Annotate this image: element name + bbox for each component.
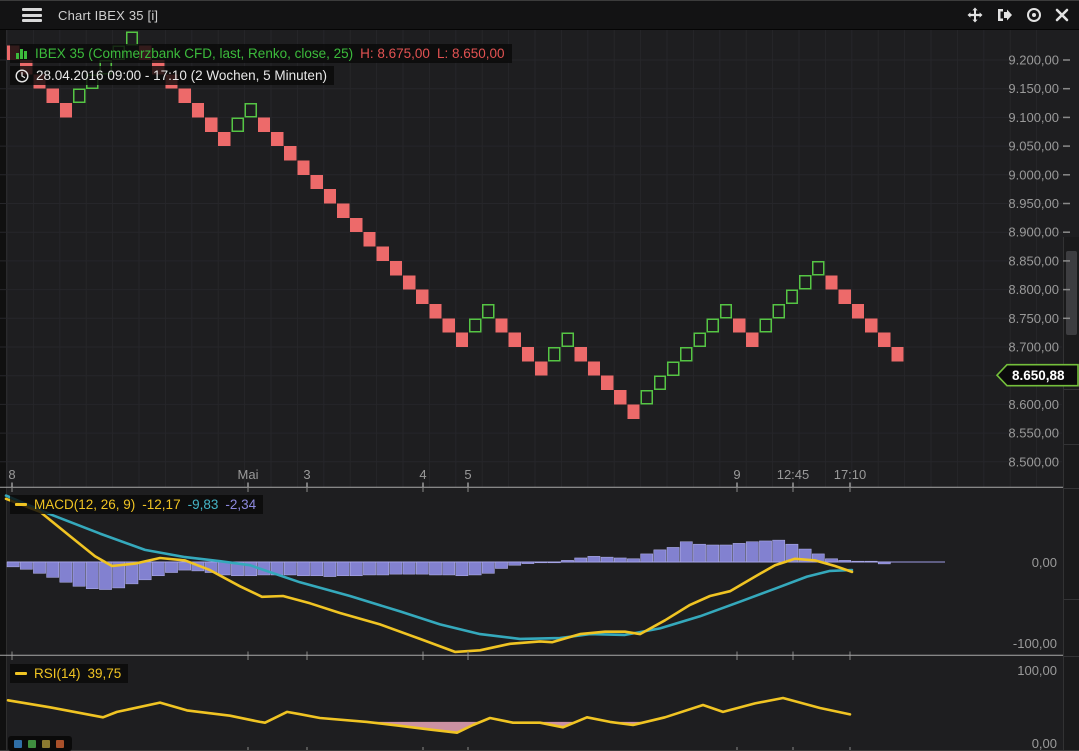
svg-text:8.550,00: 8.550,00 [1008,426,1059,441]
move-resize-icon[interactable] [967,7,983,23]
svg-text:8.700,00: 8.700,00 [1008,340,1059,355]
svg-text:17:10: 17:10 [834,467,867,482]
svg-text:8.950,00: 8.950,00 [1008,196,1059,211]
svg-text:8.600,00: 8.600,00 [1008,397,1059,412]
svg-text:3: 3 [303,467,310,482]
renko-chart-canvas[interactable]: 9.200,00 9.150,00 9.100,00 9.050,00 9.000,00… [0,30,1079,488]
macd-swatch-icon [15,503,27,506]
low-value: L: 8.650,00 [437,46,505,61]
chart-window: Chart IBEX 35 [i] 9.200,00 9 [0,0,1079,751]
mini-button-orange[interactable] [56,740,64,748]
svg-text:9: 9 [733,467,740,482]
mini-button-blue[interactable] [14,740,22,748]
time-axis[interactable]: 8 Mai 3 4 5 9 12:45 17:10 [8,467,866,487]
grid [0,30,1062,487]
symbol-legend[interactable]: IBEX 35 (Commerzbank CFD, last, Renko, c… [10,44,512,63]
svg-text:Mai: Mai [238,467,259,482]
high-value: H: 8.675,00 [360,46,430,61]
macd-histogram-value: -2,34 [225,497,256,512]
svg-text:8.800,00: 8.800,00 [1008,282,1059,297]
mini-button-green[interactable] [28,740,36,748]
rsi-label: RSI(14) [34,666,81,681]
clock-icon [15,69,29,83]
timeframe-label: 28.04.2016 09:00 - 17:10 (2 Wochen, 5 Mi… [36,68,327,83]
detach-window-icon[interactable] [996,7,1013,23]
svg-text:12:45: 12:45 [777,467,810,482]
svg-text:9.000,00: 9.000,00 [1008,167,1059,182]
svg-text:9.200,00: 9.200,00 [1008,53,1059,68]
mini-button-yellow[interactable] [42,740,50,748]
svg-text:8.750,00: 8.750,00 [1008,311,1059,326]
macd-value: -12,17 [142,497,180,512]
menu-icon[interactable] [22,8,42,22]
target-icon[interactable] [1026,7,1042,23]
rsi-panel-canvas[interactable]: 100,00 0,00 [0,656,1079,751]
last-price-tag: 8.650,88 [997,365,1078,386]
bar-chart-icon [15,47,28,60]
svg-text:-100,00: -100,00 [1013,636,1057,651]
svg-text:9.150,00: 9.150,00 [1008,81,1059,96]
panel-quick-buttons [8,736,72,751]
macd-label: MACD(12, 26, 9) [34,497,135,512]
svg-text:9.050,00: 9.050,00 [1008,139,1059,154]
macd-signal-value: -9,83 [188,497,219,512]
svg-text:8: 8 [8,467,15,482]
svg-text:100,00: 100,00 [1017,663,1057,678]
rsi-axis[interactable]: 100,00 0,00 [1017,663,1057,751]
rsi-swatch-icon [15,672,27,675]
title-bar: Chart IBEX 35 [i] [0,0,1079,30]
macd-axis[interactable]: 0,00 -100,00 [1013,555,1057,651]
svg-text:8.650,88: 8.650,88 [1012,368,1065,383]
svg-text:0,00: 0,00 [1032,736,1057,751]
close-icon[interactable] [1055,8,1069,22]
svg-text:8.900,00: 8.900,00 [1008,225,1059,240]
svg-text:4: 4 [419,467,426,482]
svg-text:8.500,00: 8.500,00 [1008,454,1059,469]
rsi-legend[interactable]: RSI(14) 39,75 [10,664,128,683]
svg-text:9.100,00: 9.100,00 [1008,110,1059,125]
macd-legend[interactable]: MACD(12, 26, 9) -12,17 -9,83 -2,34 [10,495,263,514]
rsi-value: 39,75 [88,666,122,681]
symbol-label: IBEX 35 (Commerzbank CFD, last, Renko, c… [35,46,353,61]
timeframe-legend[interactable]: 28.04.2016 09:00 - 17:10 (2 Wochen, 5 Mi… [10,66,334,85]
window-title: Chart IBEX 35 [i] [58,8,158,23]
svg-text:0,00: 0,00 [1032,555,1057,570]
svg-text:5: 5 [464,467,471,482]
svg-text:8.850,00: 8.850,00 [1008,253,1059,268]
